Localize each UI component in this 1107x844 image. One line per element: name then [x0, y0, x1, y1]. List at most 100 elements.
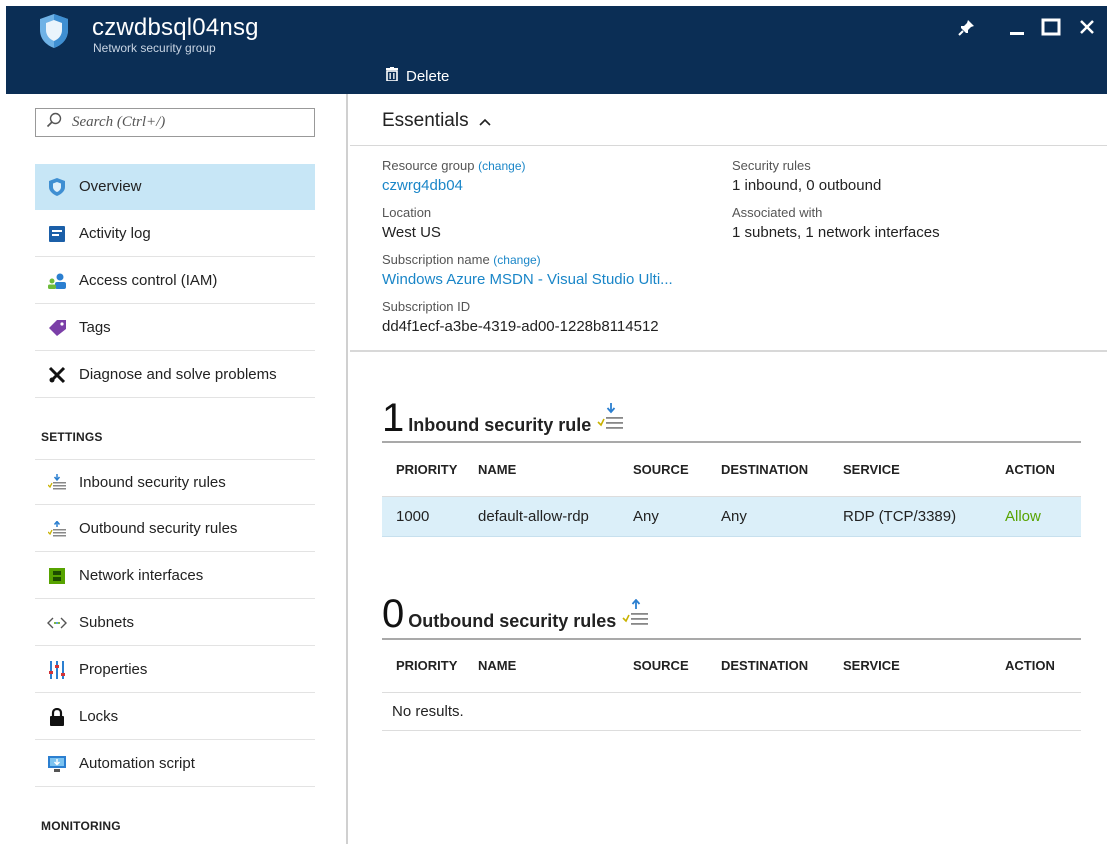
- sidebar-item-label: Outbound security rules: [79, 520, 238, 537]
- column-header-priority[interactable]: PRIORITY: [382, 640, 478, 693]
- monitoring-section-header: MONITORING: [41, 819, 121, 833]
- resource-group-label-text: Resource group: [382, 158, 475, 173]
- inbound-rules-icon: [597, 403, 624, 438]
- column-header-source[interactable]: SOURCE: [633, 640, 721, 693]
- minimize-icon[interactable]: [1004, 14, 1030, 40]
- sidebar-item-subnets[interactable]: Subnets: [35, 600, 315, 646]
- inbound-rules-table: PRIORITY NAME SOURCE DESTINATION SERVICE…: [382, 444, 1081, 537]
- column-header-priority[interactable]: PRIORITY: [382, 444, 478, 497]
- inbound-rules-icon: [35, 474, 79, 490]
- maximize-icon[interactable]: [1038, 14, 1064, 40]
- inbound-title: Inbound security rule: [408, 415, 592, 435]
- subscription-id-label: Subscription ID: [382, 299, 471, 314]
- column-header-destination[interactable]: DESTINATION: [721, 444, 843, 497]
- sidebar-item-label: Diagnose and solve problems: [79, 366, 277, 383]
- pin-icon[interactable]: [954, 14, 980, 40]
- sidebar-item-label: Automation script: [79, 755, 195, 772]
- sidebar-item-label: Inbound security rules: [79, 473, 226, 491]
- inbound-rules-heading: 1 Inbound security rule: [382, 396, 624, 440]
- column-header-service[interactable]: SERVICE: [843, 444, 1005, 497]
- page-subtitle: Network security group: [93, 41, 216, 55]
- table-header-row: PRIORITY NAME SOURCE DESTINATION SERVICE…: [382, 640, 1081, 693]
- outbound-rules-icon: [622, 598, 649, 634]
- trash-icon: [386, 67, 398, 85]
- sidebar-item-network-interfaces[interactable]: Network interfaces: [35, 553, 315, 599]
- subscription-name-label-text: Subscription name: [382, 252, 490, 267]
- column-header-name[interactable]: NAME: [478, 444, 633, 497]
- outbound-rules-table: PRIORITY NAME SOURCE DESTINATION SERVICE…: [382, 640, 1081, 731]
- network-interface-icon: [35, 567, 79, 584]
- security-rules-label: Security rules: [732, 158, 811, 173]
- essentials-bar: Essentials: [350, 94, 1107, 146]
- subnets-icon: [35, 616, 79, 630]
- table-row[interactable]: 1000 default-allow-rdp Any Any RDP (TCP/…: [382, 496, 1081, 537]
- sidebar-item-inbound-rules[interactable]: Inbound security rules: [35, 459, 315, 505]
- chevron-up-icon: [479, 110, 491, 132]
- sidebar-item-properties[interactable]: Properties: [35, 647, 315, 693]
- sidebar-item-label: Locks: [79, 708, 119, 725]
- column-header-action[interactable]: ACTION: [1005, 444, 1081, 497]
- column-header-service[interactable]: SERVICE: [843, 640, 1005, 693]
- wrench-icon: [35, 366, 79, 384]
- column-header-name[interactable]: NAME: [478, 640, 633, 693]
- close-icon[interactable]: [1074, 14, 1100, 40]
- no-results-text: No results.: [382, 692, 1081, 731]
- cell-action: Allow: [1005, 496, 1081, 537]
- sidebar-item-label: Network interfaces: [79, 567, 204, 584]
- subscription-name-label: Subscription name (change): [382, 252, 541, 267]
- essentials-title: Essentials: [382, 110, 469, 131]
- outbound-count: 0: [382, 592, 405, 636]
- subscription-change-link[interactable]: (change): [493, 253, 540, 267]
- sidebar-item-overview[interactable]: Overview: [35, 164, 315, 210]
- column-header-destination[interactable]: DESTINATION: [721, 640, 843, 693]
- outbound-rules-heading: 0 Outbound security rules: [382, 592, 649, 636]
- search-input[interactable]: [72, 114, 292, 131]
- inbound-divider: [382, 441, 1081, 443]
- shield-icon: [35, 177, 79, 196]
- associated-with-value: 1 subnets, 1 network interfaces: [732, 224, 940, 241]
- sidebar-item-access-control[interactable]: Access control (IAM): [35, 258, 315, 304]
- cell-name: default-allow-rdp: [478, 496, 633, 537]
- sidebar-item-label: Overview: [79, 178, 142, 195]
- search-icon: [46, 112, 62, 133]
- sidebar-item-outbound-rules[interactable]: Outbound security rules: [35, 506, 315, 552]
- cell-service: RDP (TCP/3389): [843, 496, 1005, 537]
- sidebar-item-diagnose[interactable]: Diagnose and solve problems: [35, 352, 315, 398]
- sidebar-item-label: Properties: [79, 661, 148, 678]
- sidebar-item-label: Activity log: [79, 225, 151, 242]
- automation-script-icon: [35, 755, 79, 772]
- outbound-title: Outbound security rules: [408, 611, 617, 631]
- search-box[interactable]: [35, 108, 315, 137]
- essentials-panel: Resource group (change) czwrg4db04 Locat…: [350, 146, 1107, 352]
- tag-icon: [35, 319, 79, 336]
- column-header-action[interactable]: ACTION: [1005, 640, 1081, 693]
- inbound-count: 1: [382, 396, 405, 440]
- resource-group-label: Resource group (change): [382, 158, 526, 173]
- security-rules-value: 1 inbound, 0 outbound: [732, 177, 882, 194]
- sidebar-item-activity-log[interactable]: Activity log: [35, 211, 315, 257]
- resource-group-change-link[interactable]: (change): [478, 159, 525, 173]
- sidebar-item-locks[interactable]: Locks: [35, 694, 315, 740]
- resource-group-value[interactable]: czwrg4db04: [382, 177, 463, 194]
- activity-log-icon: [35, 225, 79, 242]
- sidebar: Overview Activity log Access control (IA…: [6, 94, 348, 844]
- location-value: West US: [382, 224, 441, 241]
- sidebar-item-label: Tags: [79, 319, 111, 336]
- settings-section-header: SETTINGS: [41, 430, 103, 444]
- sidebar-item-tags[interactable]: Tags: [35, 305, 315, 351]
- table-header-row: PRIORITY NAME SOURCE DESTINATION SERVICE…: [382, 444, 1081, 497]
- main-content: Essentials Resource group (change) czwrg…: [350, 94, 1107, 844]
- shield-icon: [38, 13, 70, 49]
- location-label: Location: [382, 205, 432, 220]
- sidebar-item-label: Subnets: [79, 614, 135, 631]
- empty-row: No results.: [382, 692, 1081, 731]
- delete-button[interactable]: Delete: [386, 64, 449, 88]
- blade-header: czwdbsql04nsg Network security group Del…: [6, 6, 1107, 94]
- subscription-id-value: dd4f1ecf-a3be-4319-ad00-1228b8114512: [382, 318, 659, 335]
- sidebar-item-automation-script[interactable]: Automation script: [35, 741, 315, 787]
- column-header-source[interactable]: SOURCE: [633, 444, 721, 497]
- cell-destination: Any: [721, 496, 843, 537]
- sidebar-item-label: Access control (IAM): [79, 272, 218, 289]
- subscription-name-value[interactable]: Windows Azure MSDN - Visual Studio Ulti.…: [382, 271, 673, 288]
- essentials-toggle[interactable]: Essentials: [382, 110, 491, 132]
